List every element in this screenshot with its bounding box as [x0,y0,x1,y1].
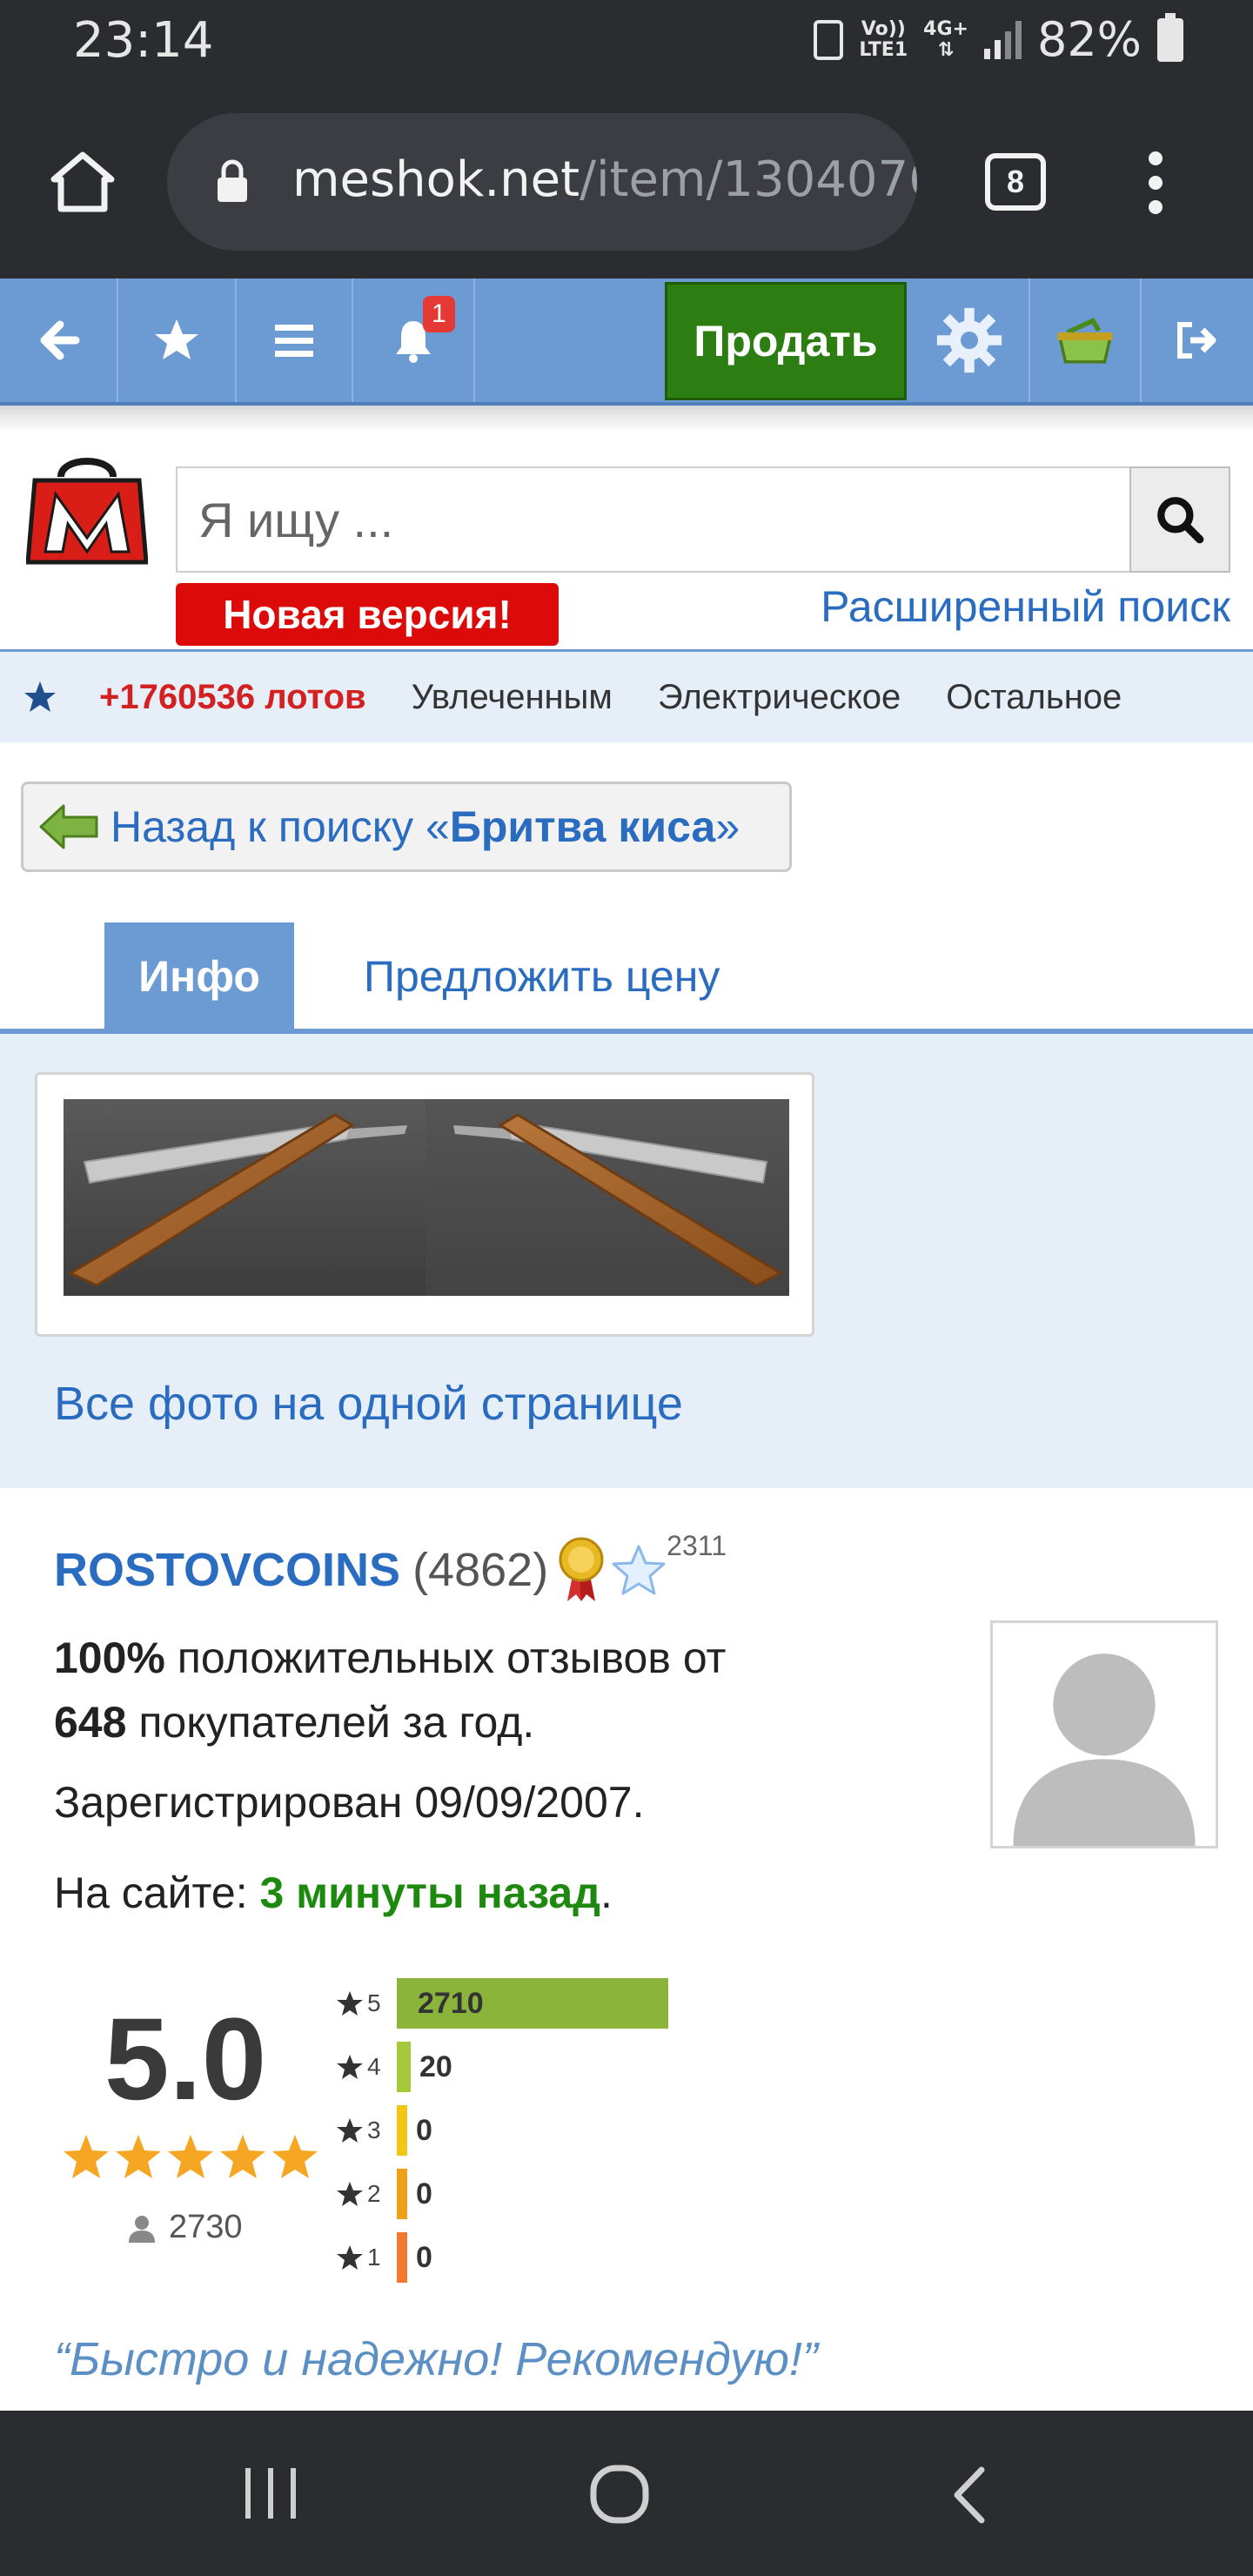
seller-feedback-count[interactable]: (4862) [412,1543,548,1597]
person-icon [129,2215,155,2243]
site-toolbar: 1 Продать [0,278,1253,406]
seller-name-link[interactable]: ROSTOVCOINS [54,1543,400,1597]
rating-stars [61,2132,320,2183]
favorite-categories-star-icon[interactable] [23,680,57,714]
search-icon [1157,497,1204,544]
online-status: На сайте: 3 минуты назад. [54,1868,613,1917]
star-icon [337,2245,363,2270]
status-bar: 23:14 Vo)) LTE1 4G+ ⇅ 82% [0,0,1253,84]
category-link[interactable]: Остальное [946,678,1122,717]
ratings-total: 2730 [127,2209,243,2246]
sell-button[interactable]: Продать [665,282,907,400]
star-icon [116,2135,161,2178]
rating-score: 5.0 [104,1995,267,2124]
star-rating-count: 2311 [667,1530,727,1561]
rating-bar-3: 3 0 [336,2105,432,2156]
star-icon [337,2055,363,2079]
basket-icon [1057,317,1113,364]
advanced-search-link[interactable]: Расширенный поиск [821,581,1230,632]
tab-switcher-button[interactable]: 8 [985,153,1046,211]
medal-icon [559,1537,604,1601]
rating-bar-1: 1 0 [336,2232,432,2283]
recent-apps-icon[interactable] [240,2463,301,2524]
back-query: Бритва киса [449,802,716,851]
notification-badge: 1 [423,296,455,332]
arrow-left-icon [40,320,80,360]
favorites-button[interactable] [118,278,237,402]
category-link[interactable]: Увлеченным [412,678,613,717]
tab-info[interactable]: Инфо [104,922,294,1030]
hamburger-icon [275,325,313,357]
star-icon [64,2135,109,2178]
rating-bar-5: 5 2710 [336,1978,668,2029]
item-photo[interactable] [64,1099,789,1296]
settings-button[interactable] [910,278,1030,402]
system-nav-bar [0,2411,1253,2576]
search-button[interactable] [1129,466,1230,573]
back-button[interactable] [0,278,118,402]
back-suffix: » [715,802,740,851]
lock-icon [218,159,247,202]
category-link[interactable]: Электрическое [658,678,901,717]
seller-header: ROSTOVCOINS (4862) 2311 [54,1530,727,1603]
green-arrow-left-icon [39,804,98,849]
photo-frame[interactable] [35,1072,814,1337]
home-button-icon[interactable] [588,2463,651,2526]
category-strip: +1760536 лотов Увлеченным Электрическое … [0,652,1253,742]
url-text: meshok.net/item/1304076 [292,151,917,208]
item-tabs: Инфо Предложить цену [0,922,1253,1034]
photo-section: Все фото на одной странице [0,1034,1253,1488]
sim-icon [814,19,844,60]
star-icon [220,2135,265,2178]
all-photos-link[interactable]: Все фото на одной странице [54,1377,683,1431]
star-icon [272,2135,318,2178]
menu-button[interactable] [237,278,353,402]
logout-icon [1177,322,1216,359]
logout-button[interactable] [1142,278,1253,402]
positive-feedback-line-1: 100% положительных отзывов от [54,1633,727,1682]
back-to-search-button[interactable]: Назад к поиску «Бритва киса» [21,782,792,872]
registration-date: Зарегистрирован 09/09/2007. [54,1778,645,1827]
url-bar[interactable]: meshok.net/item/1304076 [167,113,917,251]
network-type-indicator: 4G+ ⇅ [923,17,968,61]
star-icon [168,2135,213,2178]
new-version-button[interactable]: Новая версия! [176,583,559,646]
blue-star-icon [612,1545,666,1595]
status-time: 23:14 [73,12,214,69]
signal-icon [983,20,1022,59]
browser-menu-icon[interactable] [1147,151,1164,214]
search-input[interactable] [178,468,1129,571]
positive-feedback-line-2: 648 покупателей за год. [54,1698,535,1747]
toolbar-shadow [0,406,1253,432]
meshok-logo[interactable] [26,451,148,566]
review-quote: “Быстро и надежно! Рекомендую!” [54,2333,818,2385]
back-prefix: Назад к поиску « [111,802,450,851]
lots-count-link[interactable]: +1760536 лотов [99,678,366,717]
star-icon [155,319,198,359]
tab-offer-price[interactable]: Предложить цену [364,922,720,1030]
rating-bar-4: 4 20 [336,2042,452,2092]
star-icon [337,2182,363,2206]
volte-indicator: Vo)) LTE1 [859,17,908,61]
search-field[interactable] [176,466,1131,573]
browser-toolbar: meshok.net/item/1304076 8 [0,84,1253,278]
user-silhouette-icon [1013,1654,1196,1846]
notifications-button[interactable]: 1 [353,278,475,402]
star-icon [337,1991,363,2016]
battery-percent: 82% [1036,12,1142,67]
status-icons: Vo)) LTE1 4G+ ⇅ 82% [814,12,1183,67]
battery-icon [1157,12,1183,62]
rating-bar-2: 2 0 [336,2169,432,2219]
star-icon [337,2118,363,2143]
home-icon[interactable] [50,151,115,212]
back-nav-icon[interactable] [948,2465,992,2526]
seller-avatar[interactable] [990,1620,1218,1848]
cart-button[interactable] [1030,278,1142,402]
gear-icon [936,307,1002,373]
